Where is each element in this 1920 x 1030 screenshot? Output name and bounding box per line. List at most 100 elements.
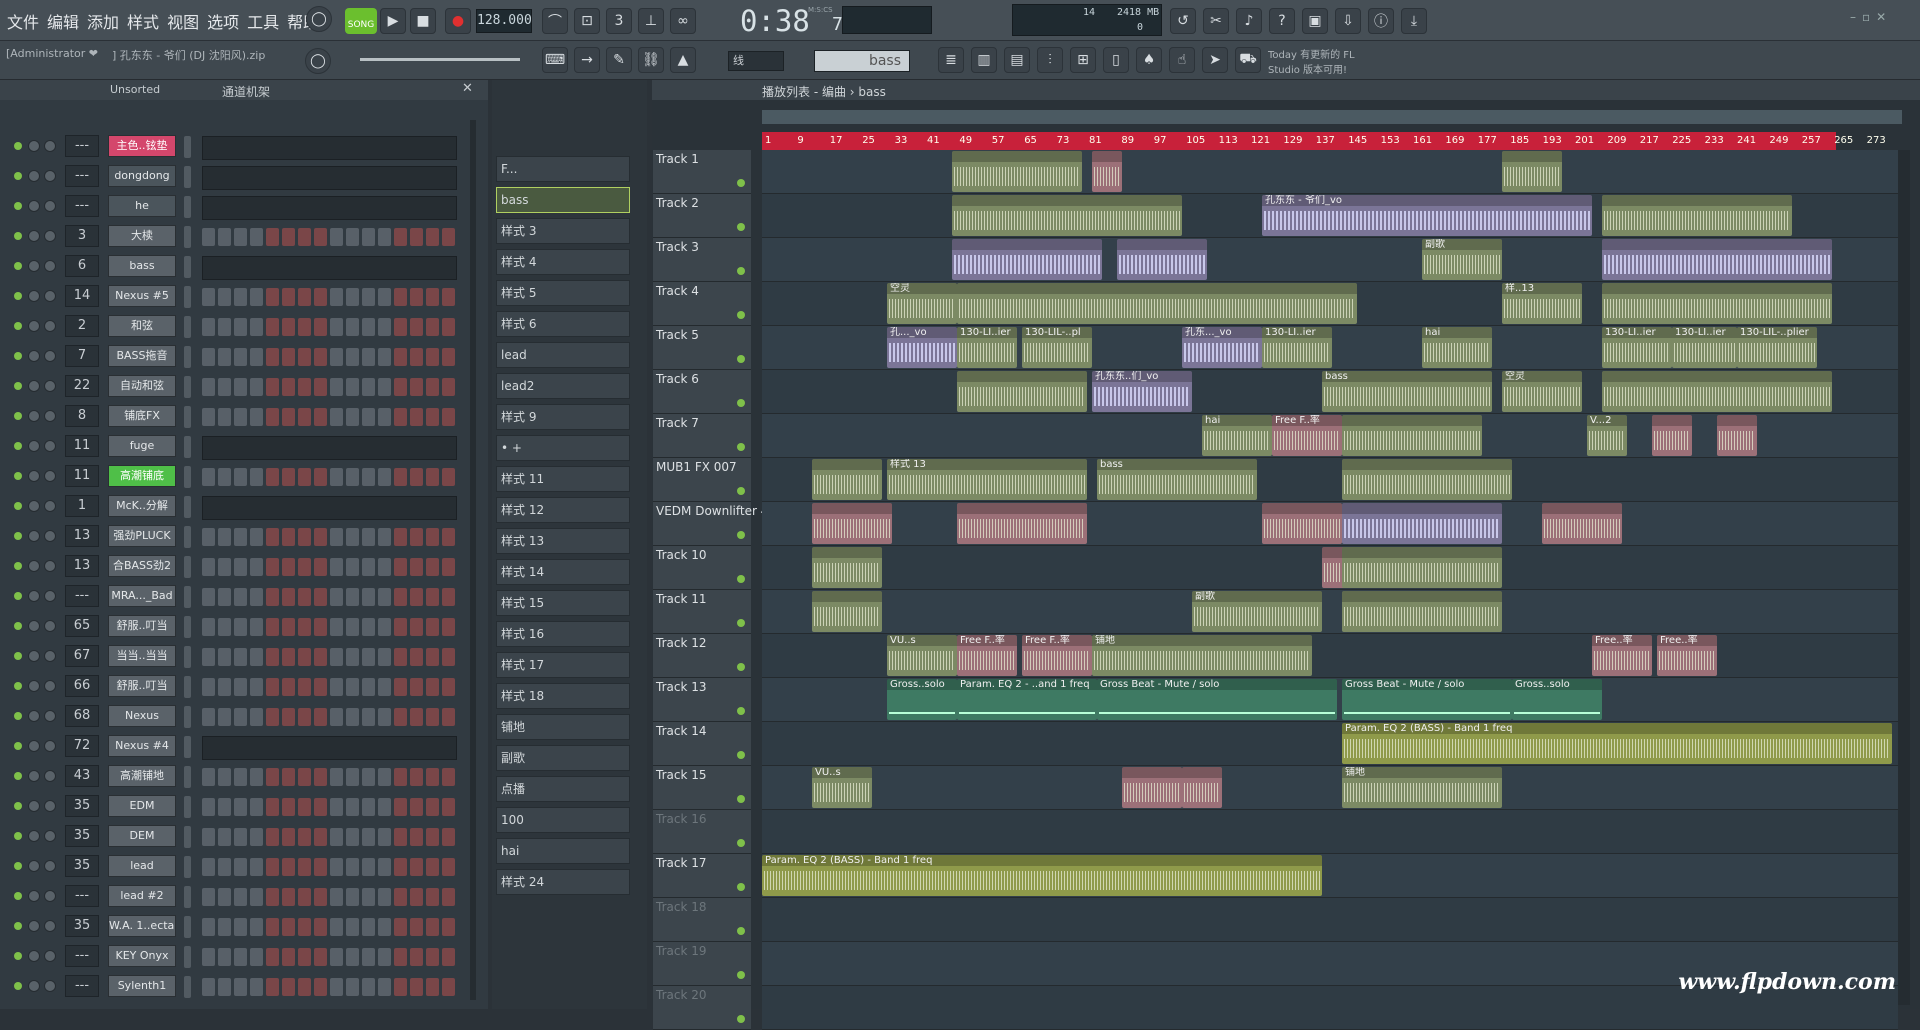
playlist-clip[interactable] (1342, 547, 1502, 588)
step-sequencer[interactable] (202, 678, 455, 696)
channel-volume-knob[interactable] (28, 590, 40, 602)
track-mute-led[interactable] (737, 443, 745, 451)
channel-volume-knob[interactable] (28, 230, 40, 242)
channel-mute-led[interactable] (14, 292, 22, 300)
channel-select[interactable] (184, 856, 191, 878)
track-header[interactable]: Track 2 (653, 194, 751, 238)
plugin-icon[interactable]: ♠ (1136, 47, 1162, 73)
track-mute-led[interactable] (737, 531, 745, 539)
track-mute-led[interactable] (737, 487, 745, 495)
step-sequencer[interactable] (202, 618, 455, 636)
channel-select[interactable] (184, 256, 191, 278)
channel-pan-knob[interactable] (44, 560, 56, 572)
playlist-scrollbar[interactable] (1898, 150, 1910, 1005)
channel-mixer-track[interactable]: 14 (65, 285, 99, 307)
channel-pan-knob[interactable] (44, 860, 56, 872)
channel-select[interactable] (184, 136, 191, 158)
channel-mute-led[interactable] (14, 202, 22, 210)
playlist-clip[interactable]: Free F..率 (1022, 635, 1092, 676)
channel-mute-led[interactable] (14, 952, 22, 960)
channel-row[interactable]: 68Nexus (0, 702, 470, 732)
playlist-clip[interactable]: 孔东..._vo (1182, 327, 1262, 368)
playlist-clip[interactable]: 130-LIL-..pl (1022, 327, 1092, 368)
playlist-clip[interactable]: bass (1097, 459, 1257, 500)
playlist-overview[interactable] (762, 110, 1902, 124)
channel-name-button[interactable]: KEY Onyx (108, 945, 176, 967)
track-header[interactable]: Track 20 (653, 986, 751, 1030)
pattern-item[interactable]: 样式 6 (496, 311, 630, 337)
channel-name-button[interactable]: Nexus (108, 705, 176, 727)
stop-button[interactable]: ■ (410, 8, 436, 34)
track-mute-led[interactable] (737, 223, 745, 231)
channel-pan-knob[interactable] (44, 770, 56, 782)
channel-pan-knob[interactable] (44, 920, 56, 932)
channel-scrollbar[interactable] (470, 120, 476, 1000)
channel-pan-knob[interactable] (44, 350, 56, 362)
channel-pan-knob[interactable] (44, 980, 56, 992)
playlist-clip[interactable] (952, 195, 1182, 236)
track-mute-led[interactable] (737, 1015, 745, 1023)
channel-volume-knob[interactable] (28, 680, 40, 692)
info-icon[interactable]: ⓘ (1368, 8, 1394, 34)
playlist-clip[interactable] (1652, 415, 1692, 456)
channel-mixer-track[interactable]: 3 (65, 225, 99, 247)
playlist-clip[interactable]: 孔东东..们_vo (1092, 371, 1192, 412)
channel-name-button[interactable]: 主色..铉垫 (108, 135, 176, 157)
channel-mixer-track[interactable]: --- (65, 945, 99, 967)
track-mute-led[interactable] (737, 883, 745, 891)
channel-row[interactable]: 11高潮铺底 (0, 462, 470, 492)
channel-pan-knob[interactable] (44, 290, 56, 302)
track-lane[interactable] (762, 546, 1898, 590)
channel-mixer-track[interactable]: 13 (65, 525, 99, 547)
channel-row[interactable]: 43高潮铺地 (0, 762, 470, 792)
channel-mute-led[interactable] (14, 712, 22, 720)
channel-row[interactable]: 14Nexus #5 (0, 282, 470, 312)
step-sequencer[interactable] (202, 918, 455, 936)
channel-row[interactable]: 67当当..当当 (0, 642, 470, 672)
track-lane[interactable]: 副歌 (762, 590, 1898, 634)
playlist-clip[interactable] (812, 547, 882, 588)
channel-filter[interactable]: Unsorted (110, 83, 160, 96)
channel-mixer-track[interactable]: 22 (65, 375, 99, 397)
channel-name-button[interactable]: MRA..._Bad (108, 585, 176, 607)
channel-name-button[interactable]: 舒服..叮当 (108, 675, 176, 697)
channel-volume-knob[interactable] (28, 740, 40, 752)
channel-mute-led[interactable] (14, 742, 22, 750)
channel-row[interactable]: 2和弦 (0, 312, 470, 342)
channel-row[interactable]: 35lead (0, 852, 470, 882)
channel-mute-led[interactable] (14, 412, 22, 420)
mini-piano-roll[interactable] (202, 496, 457, 520)
channel-volume-knob[interactable] (28, 320, 40, 332)
channel-mixer-track[interactable]: 7 (65, 345, 99, 367)
master-volume-knob[interactable]: ◯ (306, 6, 332, 32)
track-lane[interactable]: 样式 13bass (762, 458, 1898, 502)
track-lane[interactable]: 空灵样..13 (762, 282, 1898, 326)
step-sequencer[interactable] (202, 768, 455, 786)
pattern-item[interactable]: 样式 17 (496, 652, 630, 678)
playlist-clip[interactable] (1182, 767, 1222, 808)
track-lane[interactable] (762, 502, 1898, 546)
step-sequencer[interactable] (202, 288, 455, 306)
track-mute-led[interactable] (737, 839, 745, 847)
channel-row[interactable]: 72Nexus #4 (0, 732, 470, 762)
playlist-clip[interactable]: Free F..率 (1272, 415, 1342, 456)
channel-select[interactable] (184, 556, 191, 578)
channel-pan-knob[interactable] (44, 200, 56, 212)
channel-row[interactable]: ---MRA..._Bad (0, 582, 470, 612)
master-pitch-knob[interactable]: ◯ (305, 48, 331, 74)
channel-mixer-track[interactable]: 8 (65, 405, 99, 427)
channel-mixer-track[interactable]: 72 (65, 735, 99, 757)
channel-mute-led[interactable] (14, 172, 22, 180)
channel-mixer-track[interactable]: 35 (65, 795, 99, 817)
playlist-clip[interactable]: 130-LI..ier (1672, 327, 1737, 368)
pattern-item[interactable]: 样式 15 (496, 590, 630, 616)
menu-view[interactable]: 视图 (166, 9, 200, 33)
playlist-clip[interactable]: 孔..._vo (887, 327, 957, 368)
playlist-clip[interactable]: Free..率 (1592, 635, 1652, 676)
channel-select[interactable] (184, 976, 191, 998)
menu-options[interactable]: 选项 (206, 9, 240, 33)
playlist-clip[interactable] (1262, 503, 1342, 544)
step-sequencer[interactable] (202, 798, 455, 816)
playlist-clip[interactable]: VU..s (887, 635, 957, 676)
track-header[interactable]: Track 17 (653, 854, 751, 898)
